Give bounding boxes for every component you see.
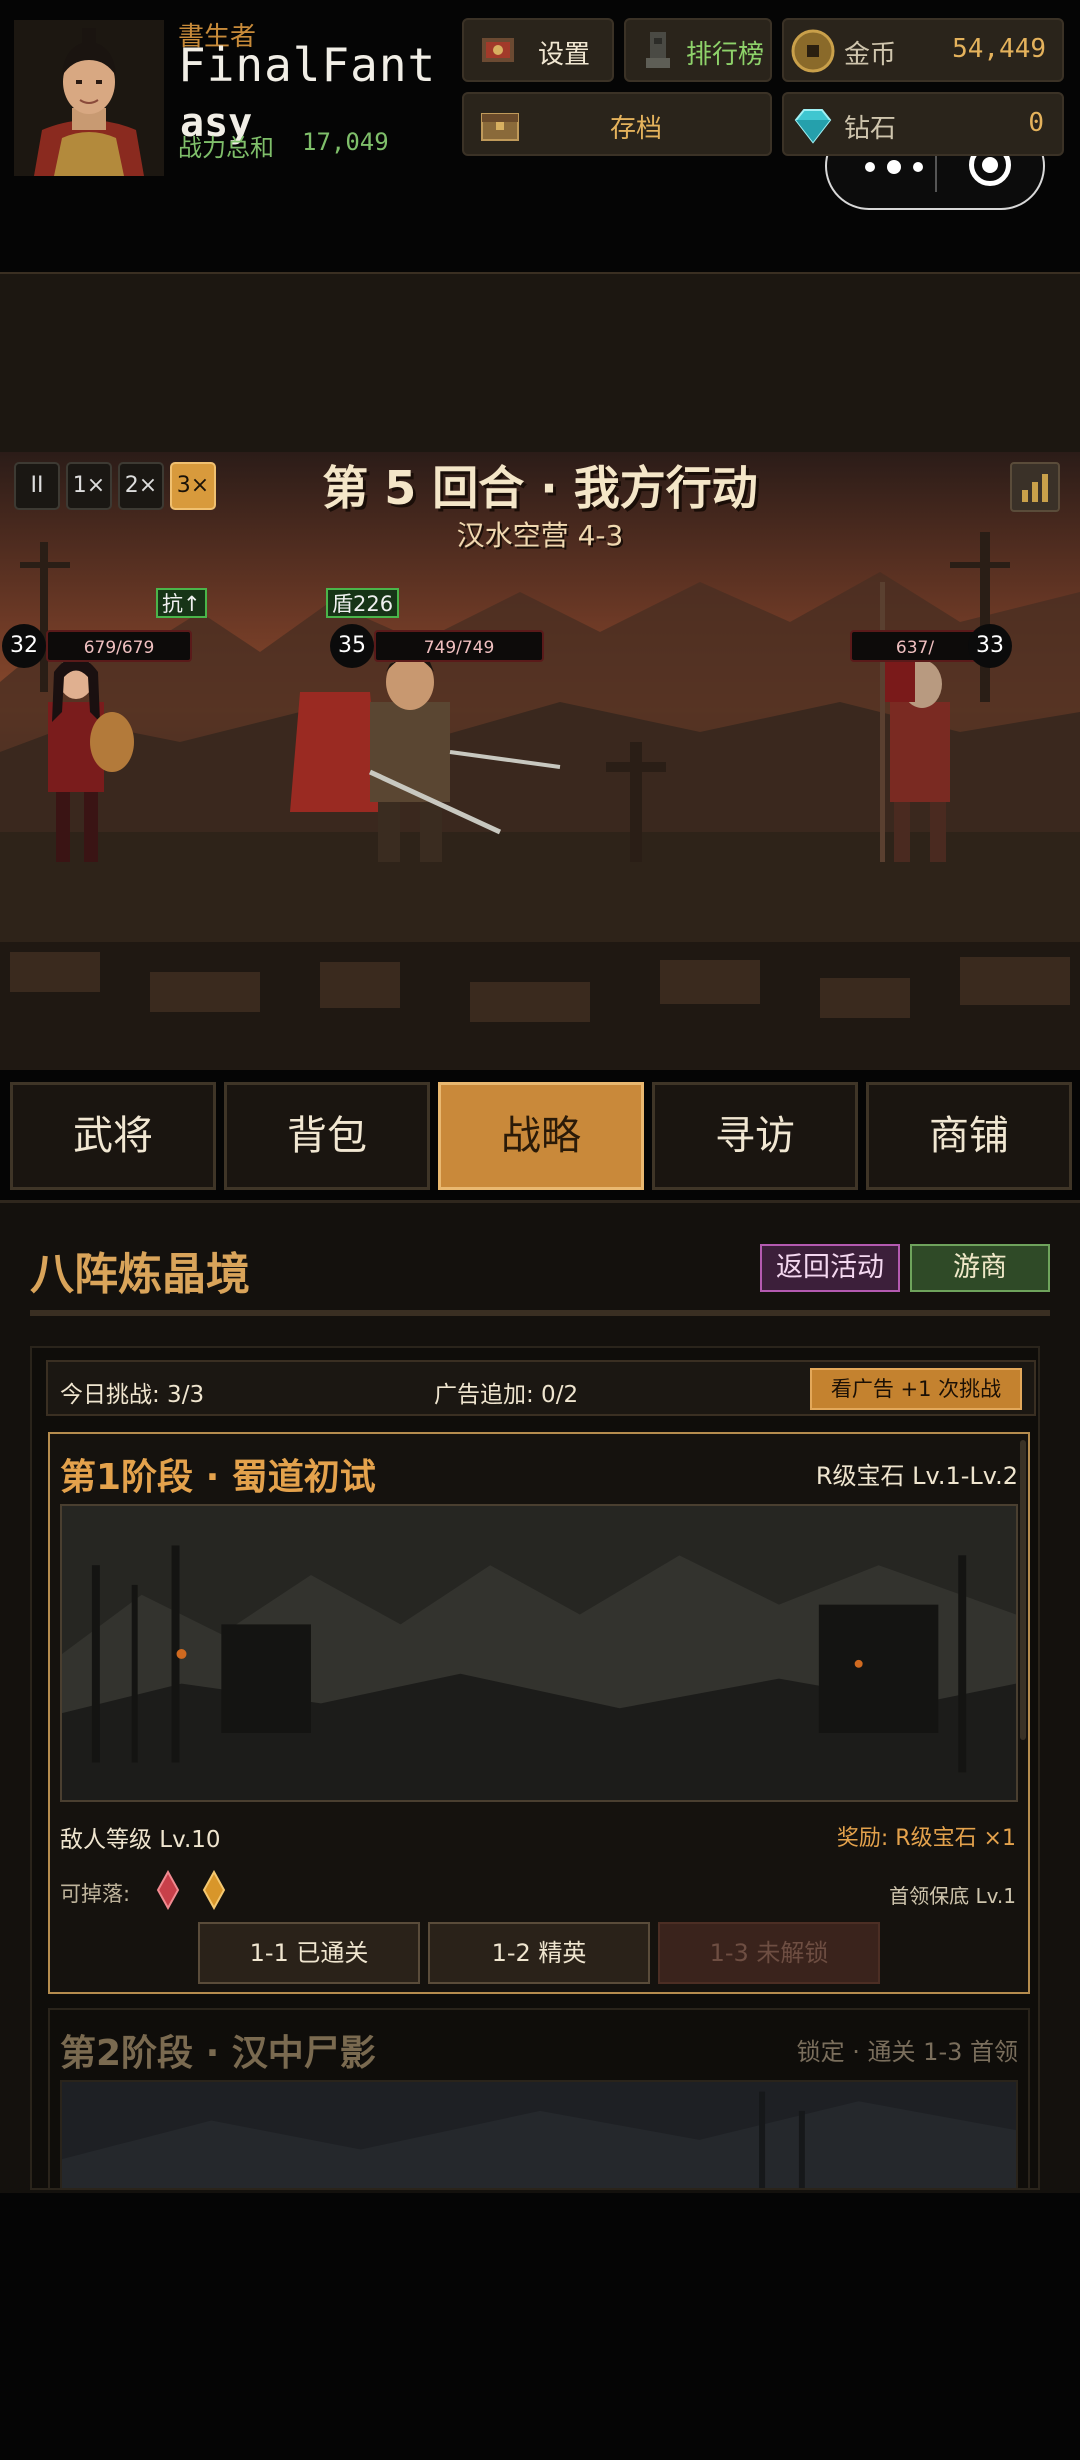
tab-generals[interactable]: 武将 bbox=[10, 1082, 216, 1190]
stage-1-title: 第1阶段 · 蜀道初试 bbox=[60, 1457, 376, 1498]
stage-2-lock-text: 锁定 · 通关 1-3 首领 bbox=[796, 2038, 1018, 2066]
diamond-value: 0 bbox=[1028, 108, 1044, 138]
section-title: 八阵炼晶境 bbox=[30, 1249, 250, 1300]
reward-text: 奖励: R级宝石 ×1 bbox=[836, 1826, 1016, 1851]
player-avatar[interactable] bbox=[14, 20, 164, 176]
level-1-3-button: 1-3 未解锁 bbox=[658, 1922, 880, 1984]
drop-label: 可掉落: bbox=[60, 1882, 131, 1906]
unit-hp-bar: 749/749 bbox=[374, 630, 544, 662]
challenge-count: 今日挑战: 3/3 bbox=[60, 1382, 205, 1408]
unit-level: 35 bbox=[330, 624, 374, 668]
player-header bbox=[0, 272, 1080, 454]
unit-hp-text: 679/679 bbox=[83, 638, 155, 658]
ad-extra-count: 广告追加: 0/2 bbox=[434, 1382, 579, 1408]
level-1-1-button[interactable]: 1-1 已通关 bbox=[198, 1922, 420, 1984]
return-activity-button[interactable]: 返回活动 bbox=[760, 1244, 900, 1292]
settings-button[interactable]: 设置 bbox=[462, 18, 614, 82]
stage-2-title: 第2阶段 · 汉中尸影 bbox=[60, 2033, 376, 2074]
scrollbar[interactable] bbox=[1020, 1440, 1026, 1740]
more-icon[interactable] bbox=[857, 152, 937, 182]
pause-button[interactable]: II bbox=[14, 462, 60, 510]
enemy-level-text: 敌人等级 Lv.10 bbox=[60, 1827, 221, 1853]
unit-level: 32 bbox=[2, 624, 46, 668]
gold-value: 54,449 bbox=[952, 34, 1046, 64]
chart-icon bbox=[1022, 474, 1048, 502]
enemy-level: 33 bbox=[968, 624, 1012, 668]
main-tabs: 武将 背包 战略 寻访 商铺 bbox=[0, 1078, 1080, 1198]
watch-ad-button[interactable]: 看广告 +1 次挑战 bbox=[810, 1368, 1022, 1410]
chest-icon bbox=[481, 113, 519, 141]
red-gem-icon bbox=[156, 1870, 180, 1910]
power-value: 17,049 bbox=[302, 128, 389, 156]
battle-stats-button[interactable] bbox=[1010, 462, 1060, 512]
diamond-label: 钻石 bbox=[844, 114, 897, 144]
tab-visit[interactable]: 寻访 bbox=[652, 1082, 858, 1190]
merchant-button[interactable]: 游商 bbox=[910, 1244, 1050, 1292]
stage-1-image bbox=[60, 1504, 1018, 1802]
diamond-display: 钻石 0 bbox=[782, 92, 1064, 156]
save-label: 存档 bbox=[610, 114, 663, 144]
speed-1x-button[interactable]: 1× bbox=[66, 462, 112, 510]
player-name: FinalFant bbox=[178, 38, 437, 92]
scroll-icon bbox=[482, 38, 514, 62]
gold-display: 金币 54,449 bbox=[782, 18, 1064, 82]
power-label: 战力总和 bbox=[178, 134, 274, 162]
boss-guarantee-text: 首领保底 Lv.1 bbox=[889, 1884, 1016, 1908]
coin-icon bbox=[791, 29, 835, 73]
settings-label: 设置 bbox=[538, 40, 591, 70]
unit-buff-resist: 抗↑ bbox=[156, 588, 207, 618]
tab-strategy[interactable]: 战略 bbox=[438, 1082, 644, 1190]
round-title: 第 5 回合 · 我方行动 bbox=[322, 461, 758, 515]
tower-icon bbox=[646, 32, 670, 68]
unit-hp-bar: 679/679 bbox=[46, 630, 192, 662]
battle-stage-label: 汉水空营 4-3 bbox=[456, 519, 624, 552]
gold-gem-icon bbox=[202, 1870, 226, 1910]
stage-1-gem-range: R级宝石 Lv.1-Lv.2 bbox=[815, 1462, 1018, 1490]
ranking-button[interactable]: 排行榜 bbox=[624, 18, 772, 82]
enemy-hp-bar: 637/ bbox=[850, 630, 980, 662]
unit-buff-shield: 盾226 bbox=[326, 588, 400, 618]
gold-label: 金币 bbox=[844, 40, 897, 70]
tab-shop[interactable]: 商铺 bbox=[866, 1082, 1072, 1190]
enemy-hp-text: 637/ bbox=[895, 638, 935, 658]
speed-2x-button[interactable]: 2× bbox=[118, 462, 164, 510]
unit-hp-text: 749/749 bbox=[423, 638, 495, 658]
level-1-2-button[interactable]: 1-2 精英 bbox=[428, 1922, 650, 1984]
diamond-icon bbox=[794, 109, 832, 144]
divider bbox=[30, 1310, 1050, 1316]
ranking-label: 排行榜 bbox=[686, 40, 765, 70]
tab-bag[interactable]: 背包 bbox=[224, 1082, 430, 1190]
save-button[interactable]: 存档 bbox=[462, 92, 772, 156]
stage-2-image bbox=[60, 2080, 1018, 2190]
speed-3x-button[interactable]: 3× bbox=[170, 462, 216, 510]
